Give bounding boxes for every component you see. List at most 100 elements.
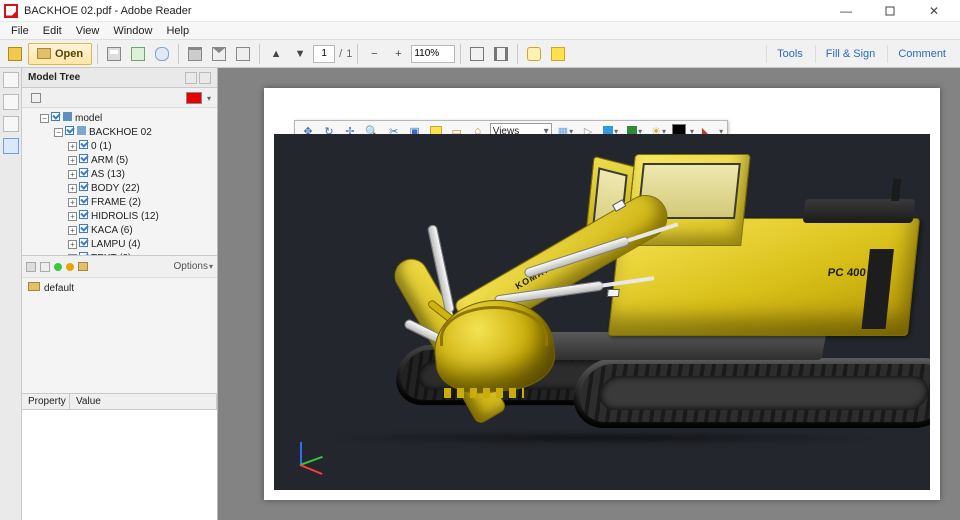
comment-link[interactable]: Comment	[887, 45, 956, 63]
panel-collapse-icon[interactable]	[199, 72, 211, 84]
prop-col-value[interactable]: Value	[70, 394, 217, 409]
views-options[interactable]: Options	[174, 261, 213, 272]
nav-strip	[0, 68, 22, 520]
model-tree-tab[interactable]	[3, 138, 19, 154]
panel-options-icon[interactable]	[185, 72, 197, 84]
separator	[357, 44, 358, 64]
main-area: Model Tree −model −BACKHOE 02 +0 (1) +AR…	[0, 68, 960, 520]
fit-page-icon	[470, 47, 484, 61]
panel-toolbar	[22, 88, 217, 108]
arrow-down-icon: ▼	[295, 48, 306, 60]
highlight-button[interactable]	[547, 43, 569, 65]
tree-root[interactable]: −model −BACKHOE 02 +0 (1) +ARM (5) +AS (…	[40, 112, 217, 256]
arrow-up-icon: ▲	[271, 48, 282, 60]
zoom-out-button[interactable]: −	[363, 43, 385, 65]
tree-item[interactable]: +FRAME (2)	[68, 196, 217, 210]
menu-help[interactable]: Help	[159, 24, 196, 38]
tree-item[interactable]: +ARM (5)	[68, 154, 217, 168]
menu-bar: File Edit View Window Help	[0, 22, 960, 40]
tree-group[interactable]: −BACKHOE 02 +0 (1) +ARM (5) +AS (13) +BO…	[54, 126, 217, 256]
view-icon	[40, 262, 50, 272]
print-icon	[188, 47, 202, 61]
home-icon[interactable]	[78, 262, 88, 271]
view-icon	[26, 262, 36, 272]
separator	[178, 44, 179, 64]
menu-file[interactable]: File	[4, 24, 36, 38]
maximize-button[interactable]	[868, 0, 912, 22]
export-pdf-button[interactable]	[127, 43, 149, 65]
attachments-tab[interactable]	[3, 116, 19, 132]
zoom-level-input[interactable]	[411, 45, 455, 63]
page-total: 1	[346, 48, 352, 60]
view-default[interactable]: default	[28, 282, 211, 294]
minus-icon: −	[371, 48, 377, 60]
tools-link[interactable]: Tools	[766, 45, 813, 63]
tree-item[interactable]: +0 (1)	[68, 140, 217, 154]
page-prev-button[interactable]: ▲	[265, 43, 287, 65]
model-badge: PC 400	[827, 267, 866, 279]
close-button[interactable]: ✕	[912, 0, 956, 22]
print-button[interactable]	[184, 43, 206, 65]
menu-window[interactable]: Window	[106, 24, 159, 38]
cloud-icon	[155, 47, 169, 61]
pdf-page: ✥ ↻ ✢ 🔍 ✂ ▣ ▭ ⌂ Views ▦ ▷ ☀ ◣	[264, 88, 940, 500]
model-tree[interactable]: −model −BACKHOE 02 +0 (1) +ARM (5) +AS (…	[22, 108, 217, 256]
separator	[97, 44, 98, 64]
menu-edit[interactable]: Edit	[36, 24, 69, 38]
bookmarks-tab[interactable]	[3, 94, 19, 110]
dot-orange-icon	[66, 263, 74, 271]
fit-width-icon	[494, 47, 508, 61]
tree-item[interactable]: +AS (13)	[68, 168, 217, 182]
excavator-model: PC 400 KOMATSU	[274, 134, 930, 490]
tree-item[interactable]: +LAMPU (4)	[68, 238, 217, 252]
open-button[interactable]: Open	[28, 43, 92, 65]
document-viewport[interactable]: ✥ ↻ ✢ 🔍 ✂ ▣ ▭ ⌂ Views ▦ ▷ ☀ ◣	[218, 68, 960, 520]
separator	[460, 44, 461, 64]
folder-icon	[28, 282, 40, 291]
fill-sign-link[interactable]: Fill & Sign	[815, 45, 886, 63]
share-icon	[236, 47, 250, 61]
separator	[259, 44, 260, 64]
page-next-button[interactable]: ▼	[289, 43, 311, 65]
main-toolbar: Open ▲ ▼ / 1 − + Tools Fill & Sign Comme…	[0, 40, 960, 68]
create-pdf-button[interactable]	[4, 43, 26, 65]
folder-open-icon	[37, 48, 51, 59]
save-button[interactable]	[103, 43, 125, 65]
email-button[interactable]	[208, 43, 230, 65]
fit-page-button[interactable]	[466, 43, 488, 65]
app-icon	[4, 4, 18, 18]
tree-item[interactable]: +BODY (22)	[68, 182, 217, 196]
cloud-button[interactable]	[151, 43, 173, 65]
property-pane: Property Value	[22, 394, 217, 520]
tree-item[interactable]: +KACA (6)	[68, 224, 217, 238]
plus-icon: +	[395, 48, 401, 60]
views-pane: Options default	[22, 256, 217, 394]
model-tree-panel: Model Tree −model −BACKHOE 02 +0 (1) +AR…	[22, 68, 218, 520]
share-button[interactable]	[232, 43, 254, 65]
export-icon	[131, 47, 145, 61]
open-button-label: Open	[55, 48, 83, 60]
color-dropdown[interactable]	[206, 92, 211, 104]
title-bar: BACKHOE 02.pdf - Adobe Reader — ✕	[0, 0, 960, 22]
dot-green-icon	[54, 263, 62, 271]
page-separator: /	[337, 48, 344, 60]
3d-canvas[interactable]: PC 400 KOMATSU	[274, 134, 930, 490]
separator	[517, 44, 518, 64]
prop-col-property[interactable]: Property	[22, 394, 70, 409]
window-title: BACKHOE 02.pdf - Adobe Reader	[24, 5, 192, 17]
panel-title: Model Tree	[28, 72, 80, 83]
axis-gizmo	[292, 434, 332, 474]
menu-view[interactable]: View	[69, 24, 107, 38]
highlight-color-swatch[interactable]	[186, 92, 202, 104]
fit-width-button[interactable]	[490, 43, 512, 65]
tree-item[interactable]: +HIDROLIS (12)	[68, 210, 217, 224]
thumbnails-tab[interactable]	[3, 72, 19, 88]
save-icon	[107, 47, 121, 61]
highlight-icon	[551, 47, 565, 61]
comment-icon	[527, 47, 541, 61]
minimize-button[interactable]: —	[824, 0, 868, 22]
zoom-in-button[interactable]: +	[387, 43, 409, 65]
comment-bubble-button[interactable]	[523, 43, 545, 65]
page-number-input[interactable]	[313, 45, 335, 63]
tree-expand-button[interactable]	[28, 90, 44, 106]
